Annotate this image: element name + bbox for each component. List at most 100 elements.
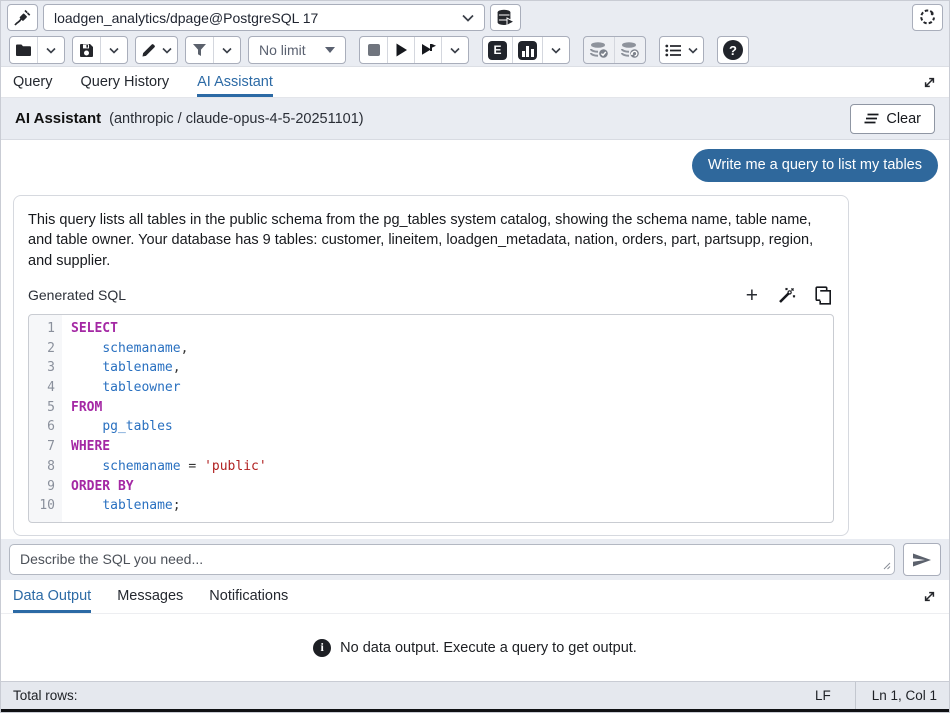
resize-grip-icon[interactable] [883,562,891,570]
generated-sql-label: Generated SQL [28,287,126,303]
clear-button-label: Clear [886,111,921,127]
commit-button[interactable] [584,37,614,63]
eol-indicator: LF [791,688,855,703]
line-number: 4 [29,378,62,398]
filter-group [185,36,241,64]
assistant-response-card: This query lists all tables in the publi… [13,195,849,536]
file-group [9,36,65,64]
macro-button[interactable] [660,37,703,63]
no-data-output-message: No data output. Execute a query to get o… [340,640,637,656]
chevron-down-icon [162,47,172,54]
refresh-icon [919,9,936,26]
play-icon [395,43,408,57]
prompt-input[interactable] [9,544,895,575]
query-tool-tab-bar: Query Query History AI Assistant [1,67,949,98]
tab-notifications[interactable]: Notifications [209,580,288,613]
help-group: ? [717,36,749,64]
ai-assistant-header: AI Assistant (anthropic / claude-opus-4-… [1,98,949,140]
rollback-button[interactable] [614,37,645,63]
ai-assistant-chat-area: Write me a query to list my tables This … [1,140,949,539]
tab-query-history[interactable]: Query History [81,67,170,97]
edit-group [135,36,178,64]
filter-button[interactable] [186,37,213,63]
line-number: 6 [29,417,62,437]
execute-options-button[interactable] [441,37,468,63]
ai-assistant-title: AI Assistant [15,110,101,127]
execute-button[interactable] [387,37,414,63]
open-file-button[interactable] [10,37,37,63]
save-button[interactable] [73,37,100,63]
chevron-down-icon [222,47,232,54]
status-bar: Total rows: LF Ln 1, Col 1 [1,681,949,709]
line-number: 1 [29,319,62,339]
limit-group: No limit [248,36,346,64]
magic-wand-icon[interactable] [777,286,796,305]
row-limit-select[interactable]: No limit [249,37,345,63]
generated-sql-header: Generated SQL + [28,285,834,306]
line-number: 7 [29,437,62,457]
open-file-options-button[interactable] [37,37,64,63]
database-connect-icon [496,9,515,27]
tab-notifications-label: Notifications [209,588,288,604]
edit-button[interactable] [136,37,177,63]
row-limit-value: No limit [259,42,306,58]
commit-database-icon [589,41,609,59]
sql-line: 8 schemaname = 'public' [29,457,833,477]
connection-select-value: loadgen_analytics/dpage@PostgreSQL 17 [54,10,318,26]
chevron-down-icon [688,47,698,54]
query-toolbar: No limit E [1,34,949,67]
execute-current-button[interactable] [414,37,441,63]
line-number: 10 [29,496,62,516]
line-number: 9 [29,477,62,497]
chevron-down-icon [462,14,474,22]
explain-options-button[interactable] [542,37,569,63]
reset-layout-button[interactable] [912,4,943,31]
expand-panel-button[interactable] [922,67,937,97]
transaction-group [583,36,646,64]
save-options-button[interactable] [100,37,127,63]
filter-options-button[interactable] [213,37,240,63]
sql-line: 5 FROM [29,398,833,418]
caret-down-icon [325,47,335,53]
cursor-position: Ln 1, Col 1 [856,688,937,703]
new-connection-button[interactable] [490,4,521,31]
user-message-bubble: Write me a query to list my tables [692,149,938,182]
tab-ai-assistant-label: AI Assistant [197,74,273,90]
connection-select[interactable]: loadgen_analytics/dpage@PostgreSQL 17 [43,4,485,31]
clear-button[interactable]: Clear [850,104,935,134]
line-number: 3 [29,358,62,378]
chevron-down-icon [551,47,561,54]
line-number: 2 [29,339,62,359]
connection-status-button[interactable] [7,4,38,31]
tab-messages[interactable]: Messages [117,580,183,613]
save-group [72,36,128,64]
tab-ai-assistant[interactable]: AI Assistant [197,67,273,97]
sql-line: 9 ORDER BY [29,477,833,497]
send-button[interactable] [903,543,941,576]
tab-data-output[interactable]: Data Output [13,580,91,613]
window-bottom-edge [1,709,949,712]
total-rows-label: Total rows: [13,688,78,703]
tab-query-label: Query [13,74,53,90]
help-button[interactable]: ? [718,37,748,63]
chevron-down-icon [450,47,460,54]
explain-analyze-button[interactable] [512,37,542,63]
connection-bar: loadgen_analytics/dpage@PostgreSQL 17 [1,1,949,34]
query-tool-window: loadgen_analytics/dpage@PostgreSQL 17 [0,0,950,713]
tab-query[interactable]: Query [13,67,53,97]
copy-icon[interactable] [815,286,832,305]
sql-line: 10 tablename; [29,496,833,516]
explain-button[interactable]: E [483,37,512,63]
expand-output-button[interactable] [922,580,937,613]
filter-icon [192,43,207,57]
sql-line: 3 tablename, [29,358,833,378]
insert-sql-button[interactable]: + [746,285,758,306]
sql-line: 4 tableowner [29,378,833,398]
stop-button[interactable] [360,37,387,63]
assistant-response-text: This query lists all tables in the publi… [28,210,834,271]
plug-icon [13,8,32,27]
output-tab-bar: Data Output Messages Notifications [1,580,949,614]
macro-group [659,36,704,64]
execute-group [359,36,469,64]
expand-icon [922,75,937,90]
